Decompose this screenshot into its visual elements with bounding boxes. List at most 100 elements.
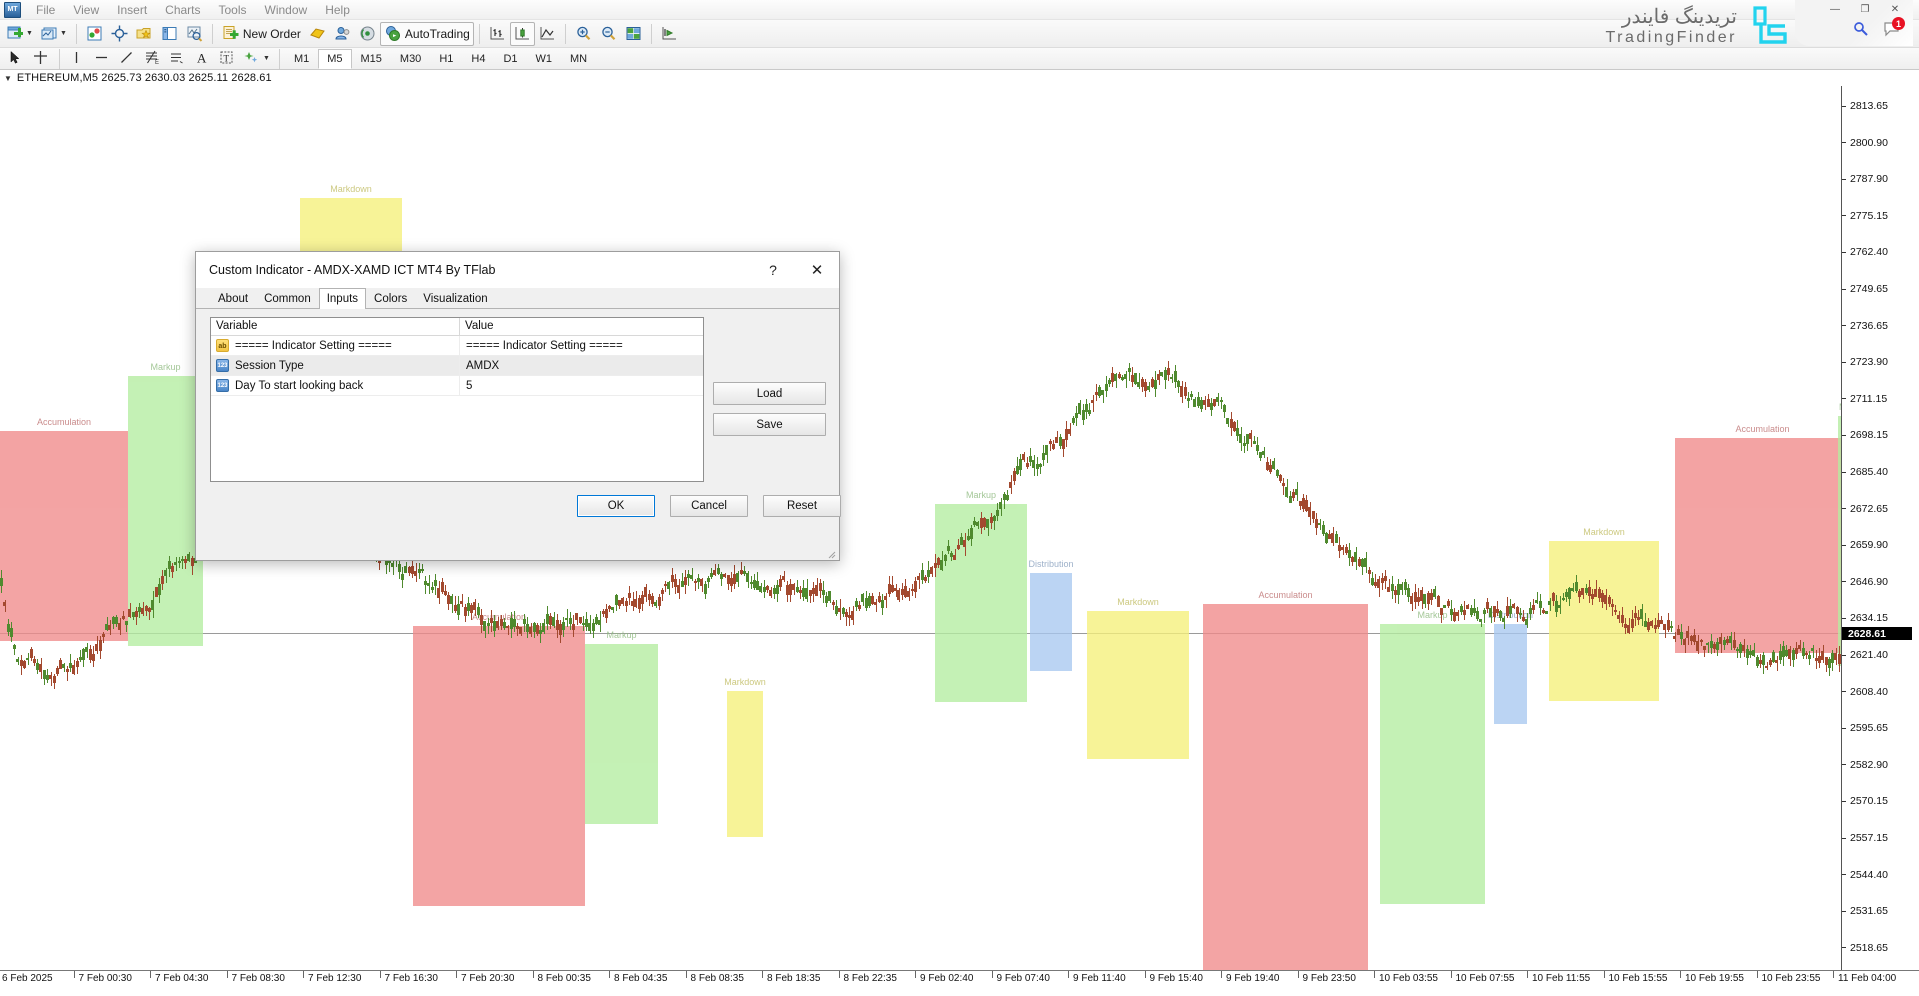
value-cell[interactable]: AMDX — [460, 360, 703, 372]
tab-common[interactable]: Common — [256, 288, 319, 308]
price-tick: 2621.40 — [1842, 649, 1919, 661]
minimize-button[interactable]: — — [1821, 2, 1849, 17]
price-axis[interactable]: 2813.652800.902787.902775.152762.402749.… — [1841, 86, 1919, 970]
grid-row[interactable]: 123Day To start looking back5 — [211, 376, 703, 396]
timeframe-mn[interactable]: MN — [561, 49, 596, 69]
favorites-button[interactable] — [132, 22, 157, 46]
crosshair-button[interactable] — [107, 22, 132, 46]
trendline-tool-button[interactable] — [115, 47, 140, 71]
menu-insert[interactable]: Insert — [108, 0, 156, 20]
horizontal-line-tool-button[interactable] — [90, 47, 115, 71]
chevron-down-icon[interactable]: ▼ — [26, 30, 33, 37]
timeframe-m30[interactable]: M30 — [391, 49, 430, 69]
custom-indicator-dialog[interactable]: Custom Indicator - AMDX-XAMD ICT MT4 By … — [195, 251, 840, 561]
grid-row[interactable]: ab===== Indicator Setting ========== Ind… — [211, 336, 703, 356]
signals-button[interactable] — [355, 22, 380, 46]
price-tick: 2531.65 — [1842, 905, 1919, 917]
timeframe-m5[interactable]: M5 — [318, 49, 351, 69]
value-cell[interactable]: 5 — [460, 380, 703, 392]
inputs-grid[interactable]: Variable Value ab===== Indicator Setting… — [210, 317, 704, 482]
tab-inputs[interactable]: Inputs — [319, 288, 366, 309]
channel-tool-button[interactable] — [165, 47, 190, 71]
chevron-down-icon[interactable]: ▼ — [263, 55, 270, 62]
tile-windows-button[interactable] — [621, 22, 646, 46]
cancel-button[interactable]: Cancel — [670, 495, 748, 517]
tab-about[interactable]: About — [210, 288, 256, 308]
text-label-tool-button[interactable]: T — [215, 47, 240, 71]
price-tick: 2711.15 — [1842, 393, 1919, 405]
timeframe-h1[interactable]: H1 — [430, 49, 462, 69]
price-tick: 2608.40 — [1842, 686, 1919, 698]
fibonacci-icon: E — [144, 50, 161, 67]
menu-tools[interactable]: Tools — [210, 0, 256, 20]
app-logo-icon: MT — [4, 2, 21, 18]
menu-file[interactable]: File — [27, 0, 64, 20]
chevron-down-icon[interactable]: ▼ — [4, 74, 12, 83]
help-button[interactable]: ? — [751, 253, 795, 287]
autotrading-button[interactable]: AutoTrading — [380, 22, 474, 46]
candlestick-chart-button[interactable] — [510, 22, 535, 46]
cursor-tool-button[interactable] — [4, 47, 29, 71]
menu-view[interactable]: View — [64, 0, 108, 20]
fibonacci-tool-button[interactable]: E — [140, 47, 165, 71]
ok-button[interactable]: OK — [577, 495, 655, 517]
expert-advisors-button[interactable] — [305, 22, 330, 46]
resize-grip[interactable] — [826, 548, 836, 558]
new-order-button[interactable]: New Order — [218, 22, 305, 46]
save-button[interactable]: Save — [713, 413, 826, 436]
text-tool-button[interactable]: A — [190, 47, 215, 71]
chart-shift-button[interactable] — [657, 22, 682, 46]
dialog-close-button[interactable]: ✕ — [795, 253, 839, 287]
phase-zone-accumulation: Accumulation — [1675, 438, 1841, 653]
zoom-out-button[interactable] — [596, 22, 621, 46]
time-axis[interactable]: 6 Feb 20257 Feb 00:307 Feb 04:307 Feb 08… — [0, 970, 1919, 996]
notification-icon[interactable]: 1 — [1883, 20, 1903, 38]
crosshair-tool-button[interactable] — [29, 47, 54, 71]
shapes-icon — [244, 50, 261, 67]
menu-charts[interactable]: Charts — [156, 0, 209, 20]
toolbar-separator — [59, 49, 60, 69]
close-button[interactable]: ✕ — [1881, 2, 1909, 17]
bar-chart-button[interactable] — [485, 22, 510, 46]
strategy-tester-button[interactable] — [182, 22, 207, 46]
market-watch-button[interactable] — [330, 22, 355, 46]
load-button[interactable]: Load — [713, 382, 826, 405]
dialog-title-bar[interactable]: Custom Indicator - AMDX-XAMD ICT MT4 By … — [196, 252, 839, 288]
timeframe-m1[interactable]: M1 — [285, 49, 318, 69]
timeframe-h4[interactable]: H4 — [462, 49, 494, 69]
new-chart-button[interactable]: ▼ — [3, 22, 37, 46]
tab-visualization[interactable]: Visualization — [415, 288, 495, 308]
time-tick: 7 Feb 20:30 — [461, 973, 514, 984]
price-tick: 2813.65 — [1842, 100, 1919, 112]
timeframe-d1[interactable]: D1 — [494, 49, 526, 69]
menu-window[interactable]: Window — [256, 0, 317, 20]
price-tick: 2698.15 — [1842, 429, 1919, 441]
candlestick-chart-icon — [514, 25, 531, 42]
tradingfinder-logo-icon — [1747, 4, 1791, 50]
crosshair-icon — [111, 25, 128, 42]
timeframe-w1[interactable]: W1 — [527, 49, 562, 69]
terminal-button[interactable] — [157, 22, 182, 46]
restore-button[interactable]: ❐ — [1851, 2, 1879, 17]
price-tick: 2800.90 — [1842, 137, 1919, 149]
tab-colors[interactable]: Colors — [366, 288, 415, 308]
indicators-button[interactable] — [82, 22, 107, 46]
shapes-tool-button[interactable]: ▼ — [240, 47, 274, 71]
line-chart-icon — [539, 25, 556, 42]
dialog-side-buttons: Load Save — [713, 382, 826, 444]
value-cell[interactable]: ===== Indicator Setting ===== — [460, 340, 703, 352]
chart-profile-button[interactable]: ▼ — [37, 22, 71, 46]
phase-zone-distribution: Distribution — [1494, 624, 1527, 724]
time-tick: 6 Feb 2025 — [2, 973, 53, 984]
vertical-line-tool-button[interactable] — [65, 47, 90, 71]
search-icon[interactable] — [1853, 21, 1869, 37]
grid-row[interactable]: 123Session TypeAMDX — [211, 356, 703, 376]
reset-button[interactable]: Reset — [763, 495, 841, 517]
timeframe-m15[interactable]: M15 — [352, 49, 391, 69]
menu-help[interactable]: Help — [316, 0, 359, 20]
chevron-down-icon[interactable]: ▼ — [60, 30, 67, 37]
price-tick: 2762.40 — [1842, 246, 1919, 258]
trendline-icon — [119, 50, 136, 67]
line-chart-button[interactable] — [535, 22, 560, 46]
zoom-in-button[interactable] — [571, 22, 596, 46]
